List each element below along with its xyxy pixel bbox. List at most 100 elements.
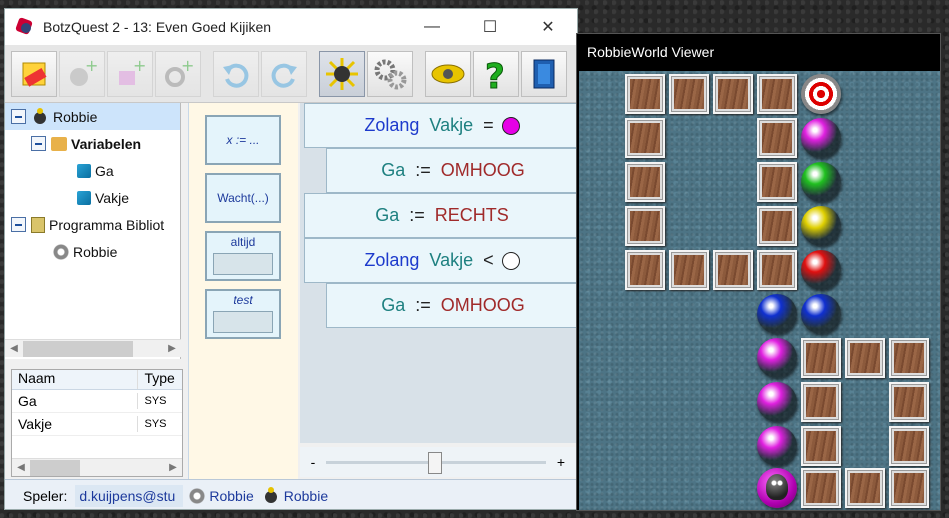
variable-table: Naam Type Ga SYS Vakje SYS ◀ ▶ xyxy=(11,369,183,477)
value: OMHOOG xyxy=(440,160,525,180)
add-variable-button[interactable]: + xyxy=(107,50,153,97)
program-editor: Zolang Vakje = Ga := OMHOOG Ga := RECHTS… xyxy=(300,103,577,443)
tree-item-ga[interactable]: Ga xyxy=(5,157,180,184)
ball-magenta xyxy=(757,382,797,422)
collapse-icon[interactable] xyxy=(31,136,46,151)
value: OMHOOG xyxy=(440,295,525,315)
tree-item-robbie[interactable]: Robbie xyxy=(5,103,180,130)
wall-tile xyxy=(757,118,797,158)
wall-tile xyxy=(757,162,797,202)
palette-test[interactable]: test xyxy=(205,289,281,339)
exit-icon xyxy=(533,59,555,88)
scroll-thumb[interactable] xyxy=(30,459,80,476)
toolbar: + + + ? xyxy=(5,45,577,103)
badge-icon xyxy=(431,64,465,83)
tree-label: Ga xyxy=(95,162,114,179)
tree-item-library-robbie[interactable]: Robbie xyxy=(5,238,180,265)
gears-button[interactable] xyxy=(367,50,413,97)
wall-tile xyxy=(889,426,929,466)
world-grid xyxy=(579,71,940,510)
statement-while-less[interactable]: Zolang Vakje < xyxy=(304,238,577,283)
tree-item-library[interactable]: Programma Bibliot xyxy=(5,211,180,238)
color-dot-magenta xyxy=(501,116,520,135)
variable: Ga xyxy=(381,160,406,180)
operator: := xyxy=(415,295,431,315)
statement-ga-rechts[interactable]: Ga := RECHTS xyxy=(304,193,577,238)
status-robot-library[interactable]: Robbie xyxy=(209,488,253,504)
wall-tile xyxy=(669,74,709,114)
robbie-robot-icon xyxy=(757,468,797,508)
slider-thumb[interactable] xyxy=(428,452,442,474)
statement-ga-omhoog-2[interactable]: Ga := OMHOOG xyxy=(326,283,577,328)
run-button[interactable] xyxy=(319,50,365,97)
scroll-left-icon[interactable]: ◀ xyxy=(12,462,30,473)
zoom-in-button[interactable]: + xyxy=(546,454,576,470)
column-header-type[interactable]: Type xyxy=(138,370,182,389)
palette-always[interactable]: altijd xyxy=(205,231,281,281)
maximize-button[interactable]: ☐ xyxy=(461,9,519,45)
operator: < xyxy=(483,250,494,270)
scroll-thumb[interactable] xyxy=(23,340,133,357)
redo-button[interactable] xyxy=(261,50,307,97)
status-bar: Speler: d.kuijpens@stu Robbie Robbie xyxy=(5,479,577,509)
palette-label: Wacht(...) xyxy=(217,191,269,205)
erase-button[interactable] xyxy=(11,50,57,97)
tree-item-variabelen[interactable]: Variabelen xyxy=(5,130,180,157)
wall-tile xyxy=(625,250,665,290)
minimize-button[interactable]: — xyxy=(403,9,461,45)
wall-tile xyxy=(757,250,797,290)
zoom-slider[interactable] xyxy=(326,452,546,474)
svg-text:?: ? xyxy=(485,57,505,92)
column-header-naam[interactable]: Naam xyxy=(12,370,139,389)
tree-label: Vakje xyxy=(95,189,129,206)
wall-tile xyxy=(625,74,665,114)
speler-label: Speler: xyxy=(23,487,68,504)
palette-assign[interactable]: x := ... xyxy=(205,115,281,165)
status-robot[interactable]: Robbie xyxy=(284,488,328,504)
gear-icon xyxy=(189,487,206,504)
table-row[interactable]: Vakje SYS xyxy=(12,413,182,436)
badge-button[interactable] xyxy=(425,50,471,97)
undo-button[interactable] xyxy=(213,50,259,97)
help-button[interactable]: ? xyxy=(473,50,519,97)
statement-ga-omhoog[interactable]: Ga := OMHOOG xyxy=(326,148,577,193)
erase-icon xyxy=(22,62,47,87)
wall-tile xyxy=(845,338,885,378)
palette-label: test xyxy=(233,293,253,307)
scroll-left-icon[interactable]: ◀ xyxy=(5,343,23,354)
palette-wait[interactable]: Wacht(...) xyxy=(205,173,281,223)
table-header: Naam Type xyxy=(12,370,182,390)
collapse-icon[interactable] xyxy=(11,109,26,124)
add-robot-button[interactable]: + xyxy=(59,50,105,97)
help-icon: ? xyxy=(485,56,506,92)
palette-slot xyxy=(213,253,273,275)
exit-button[interactable] xyxy=(521,50,567,97)
statement-while-equal[interactable]: Zolang Vakje = xyxy=(304,103,577,148)
wall-tile xyxy=(889,338,929,378)
add-gear-button[interactable]: + xyxy=(155,50,201,97)
robot-icon xyxy=(262,486,280,505)
ball-red xyxy=(801,250,841,290)
title-bar: BotzQuest 2 - 13: Even Goed Kijiken — ☐ … xyxy=(5,9,577,45)
robot-icon xyxy=(31,107,49,126)
wall-tile xyxy=(801,426,841,466)
wall-tile xyxy=(801,468,841,508)
tree-scrollbar[interactable]: ◀ ▶ xyxy=(5,339,181,357)
speler-field[interactable]: d.kuijpens@stu xyxy=(75,484,184,507)
table-row[interactable]: Ga SYS xyxy=(12,390,182,413)
scroll-right-icon[interactable]: ▶ xyxy=(163,343,181,354)
table-scrollbar[interactable]: ◀ ▶ xyxy=(12,458,182,476)
ball-magenta xyxy=(801,118,841,158)
collapse-icon[interactable] xyxy=(11,217,26,232)
color-dot-white xyxy=(501,251,520,270)
wall-tile xyxy=(713,250,753,290)
wall-tile xyxy=(713,74,753,114)
tree-item-vakje[interactable]: Vakje xyxy=(5,184,180,211)
palette-slot xyxy=(213,311,273,333)
ball-blue xyxy=(757,294,797,334)
close-button[interactable]: ✕ xyxy=(519,9,577,45)
cell-naam: Ga xyxy=(12,393,139,409)
cell-type: SYS xyxy=(144,395,167,407)
scroll-right-icon[interactable]: ▶ xyxy=(164,462,182,473)
zoom-out-button[interactable]: - xyxy=(300,454,326,470)
